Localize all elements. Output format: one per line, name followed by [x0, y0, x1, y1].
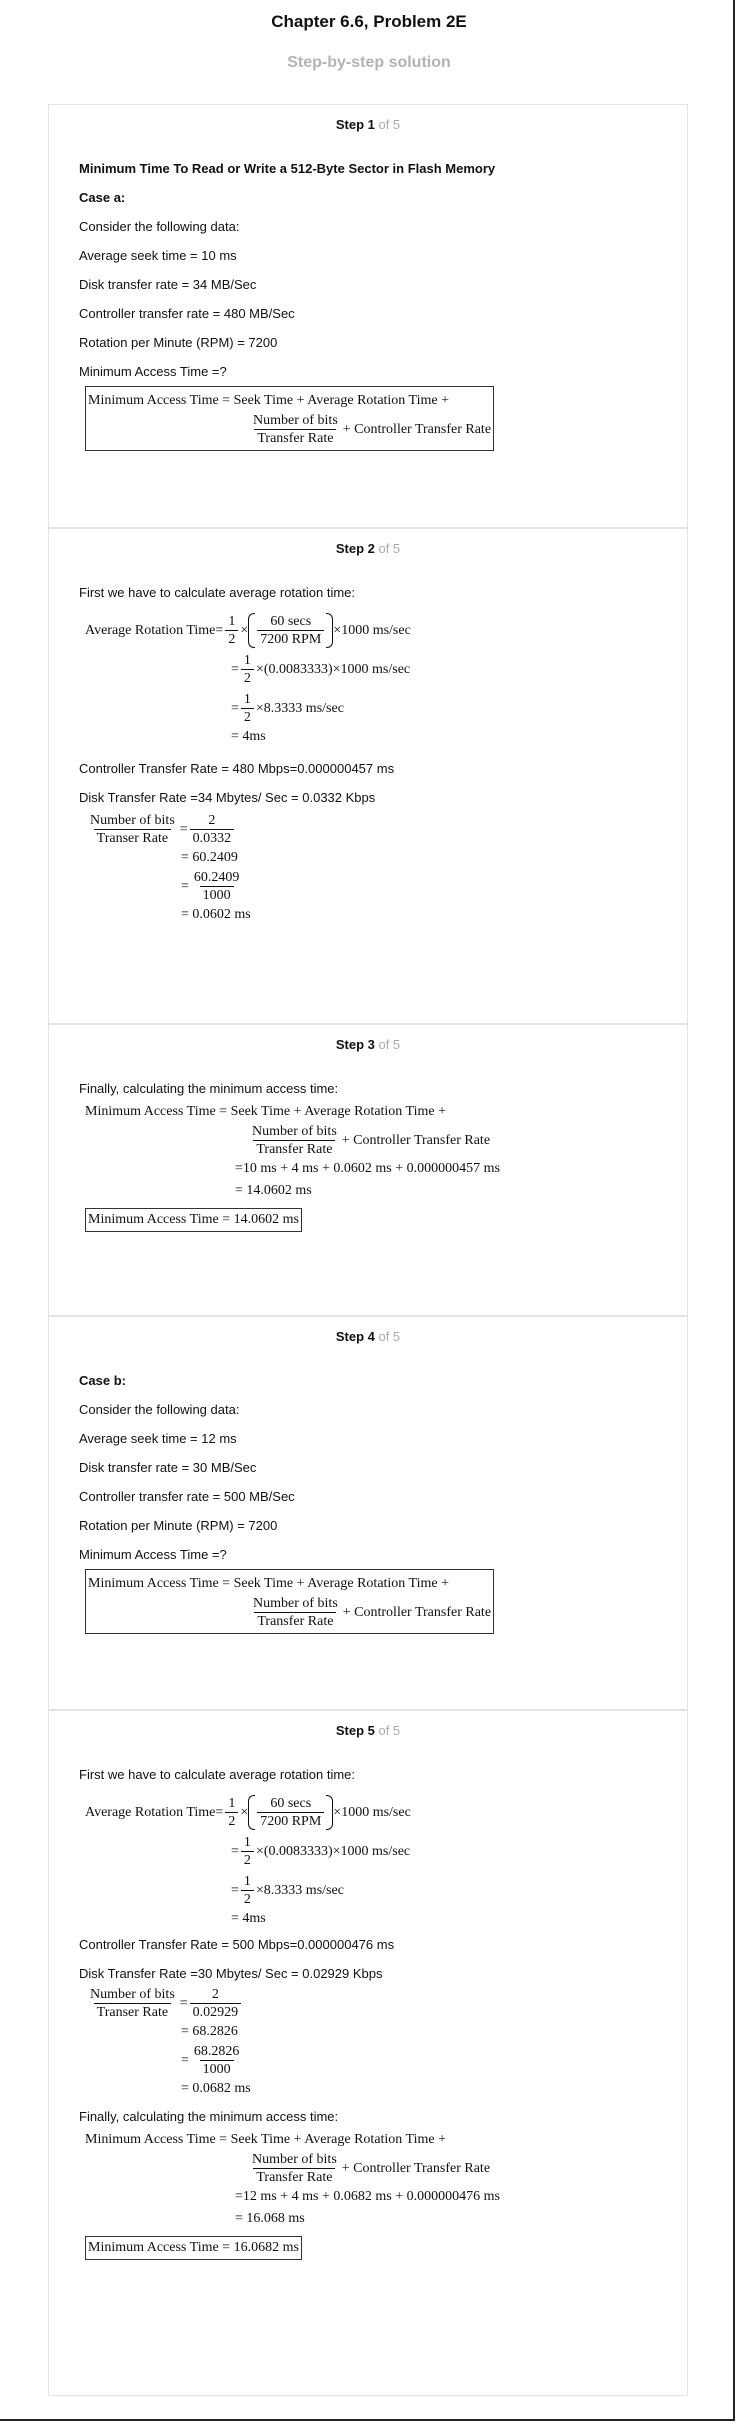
- data-item: Average seek time = 12 ms: [79, 1431, 237, 1446]
- intro-text: Consider the following data:: [79, 1402, 240, 1417]
- step-number: Step 2: [335, 541, 375, 556]
- step-number: Step 1: [335, 117, 375, 132]
- section-heading: Minimum Time To Read or Write a 512-Byte…: [79, 161, 496, 176]
- step-card-3: Step 3 of 5 Finally, calculating the min…: [48, 1024, 688, 1316]
- case-label: Case a:: [79, 190, 126, 205]
- formula-tail: + Controller Transfer Rate: [342, 421, 492, 437]
- bits-calc: Number of bits Transer Rate = 2 0.02929 = …: [90, 1987, 251, 2096]
- step-number: Step 4: [335, 1329, 375, 1344]
- step-card-1: Step 1 of 5 Minimum Time To Read or Writ…: [48, 104, 688, 528]
- controller-rate: Controller Transfer Rate = 500 Mbps=0.00…: [79, 1937, 395, 1952]
- data-item: Rotation per Minute (RPM) = 7200: [79, 335, 278, 350]
- data-item: Controller transfer rate = 480 MB/Sec: [79, 306, 295, 321]
- intro-text: First we have to calculate average rotat…: [79, 585, 356, 600]
- step-number: Step 3: [335, 1037, 375, 1052]
- rotation-calc: Average Rotation Time = 12 × 60 secs 7200 …: [85, 613, 411, 744]
- data-item: Controller transfer rate = 500 MB/Sec: [79, 1489, 295, 1504]
- formula-line: Minimum Access Time = Seek Time + Averag…: [88, 393, 450, 408]
- step-header: Step 2 of 5: [79, 541, 657, 556]
- data-item: Minimum Access Time =?: [79, 1547, 227, 1562]
- data-item: Average seek time = 10 ms: [79, 248, 237, 263]
- data-item: Rotation per Minute (RPM) = 7200: [79, 1518, 278, 1533]
- answer-box: Minimum Access Time = 14.0602 ms: [85, 1208, 302, 1232]
- access-calc: Minimum Access Time = Seek Time + Averag…: [85, 2132, 500, 2226]
- case-label: Case b:: [79, 1373, 126, 1388]
- final-intro: Finally, calculating the minimum access …: [79, 2109, 339, 2124]
- bits-calc: Number of bits Transer Rate = 2 0.0332 = 6…: [90, 813, 251, 922]
- answer-box: Minimum Access Time = 16.0682 ms: [85, 2236, 302, 2260]
- bits-fraction: Number of bits Transfer Rate: [253, 413, 338, 446]
- step-card-4: Step 4 of 5 Case b: Consider the followi…: [48, 1316, 688, 1710]
- data-item: Disk transfer rate = 30 MB/Sec: [79, 1460, 257, 1475]
- disk-rate: Disk Transfer Rate =34 Mbytes/ Sec = 0.0…: [79, 790, 376, 805]
- intro-text: Finally, calculating the minimum access …: [79, 1081, 339, 1096]
- step-total: of 5: [374, 1037, 401, 1052]
- step-header: Step 3 of 5: [79, 1037, 657, 1052]
- access-calc: Minimum Access Time = Seek Time + Averag…: [85, 1104, 500, 1198]
- page-title: Chapter 6.6, Problem 2E: [271, 12, 467, 31]
- intro-text: Consider the following data:: [79, 219, 240, 234]
- formula-box: Minimum Access Time = Seek Time + Averag…: [85, 386, 495, 451]
- step-total: of 5: [374, 1723, 401, 1738]
- rotation-calc: Average Rotation Time = 12 × 60 secs 7200 …: [85, 1795, 411, 1926]
- step-card-2: Step 2 of 5 First we have to calculate a…: [48, 528, 688, 1024]
- formula-box: Minimum Access Time = Seek Time + Averag…: [85, 1569, 495, 1634]
- step-total: of 5: [374, 541, 401, 556]
- step-header: Step 5 of 5: [79, 1723, 657, 1738]
- step-header: Step 1 of 5: [79, 117, 657, 132]
- controller-rate: Controller Transfer Rate = 480 Mbps=0.00…: [79, 761, 395, 776]
- step-header: Step 4 of 5: [79, 1329, 657, 1344]
- step-total: of 5: [374, 1329, 401, 1344]
- step-number: Step 5: [335, 1723, 375, 1738]
- intro-text: First we have to calculate average rotat…: [79, 1767, 356, 1782]
- page-subtitle: Step-by-step solution: [287, 54, 451, 71]
- data-item: Disk transfer rate = 34 MB/Sec: [79, 277, 257, 292]
- step-total: of 5: [374, 117, 401, 132]
- disk-rate: Disk Transfer Rate =30 Mbytes/ Sec = 0.0…: [79, 1966, 383, 1981]
- step-card-5: Step 5 of 5 First we have to calculate a…: [48, 1710, 688, 2396]
- data-item: Minimum Access Time =?: [79, 364, 227, 379]
